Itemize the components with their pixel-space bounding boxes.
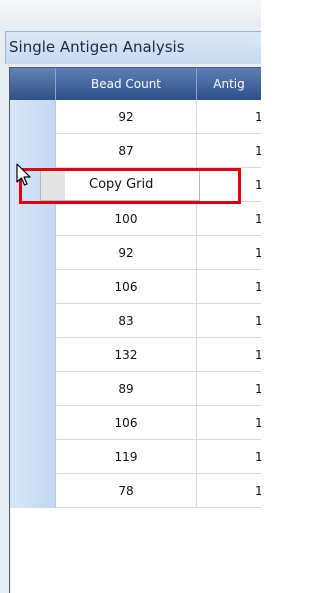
- row-selector[interactable]: [10, 338, 56, 372]
- table-row[interactable]: 831: [10, 304, 261, 338]
- row-selector[interactable]: [10, 202, 56, 236]
- table-row[interactable]: 871: [10, 134, 261, 168]
- row-selector[interactable]: [10, 304, 56, 338]
- bead-count-cell[interactable]: 92: [56, 100, 197, 134]
- bead-count-cell[interactable]: 119: [56, 440, 197, 474]
- table-row[interactable]: 891: [10, 372, 261, 406]
- bead-count-cell[interactable]: 92: [56, 236, 197, 270]
- antigen-cell[interactable]: 1: [197, 304, 261, 338]
- antigen-cell[interactable]: 1: [197, 440, 261, 474]
- row-selector[interactable]: [10, 236, 56, 270]
- bead-count-cell[interactable]: 89: [56, 372, 197, 406]
- row-selector[interactable]: [10, 270, 56, 304]
- antigen-cell[interactable]: 1: [197, 236, 261, 270]
- row-selector[interactable]: [10, 100, 56, 134]
- results-grid[interactable]: Bead Count Antig 921 871 1 1001 921 1061…: [9, 67, 261, 593]
- antigen-cell[interactable]: 1: [197, 100, 261, 134]
- grid-corner[interactable]: [10, 68, 56, 100]
- top-band: [0, 0, 261, 23]
- arrow-pointer-icon: [16, 163, 31, 186]
- table-row[interactable]: 921: [10, 236, 261, 270]
- table-row[interactable]: 1061: [10, 406, 261, 440]
- antigen-cell[interactable]: 1: [197, 338, 261, 372]
- antigen-cell[interactable]: 1: [197, 270, 261, 304]
- grid-header: Bead Count Antig: [10, 68, 261, 100]
- bead-count-cell[interactable]: 83: [56, 304, 197, 338]
- column-header-bead-count[interactable]: Bead Count: [56, 68, 197, 100]
- row-selector[interactable]: [10, 406, 56, 440]
- bead-count-cell[interactable]: 100: [56, 202, 197, 236]
- bead-count-cell[interactable]: 106: [56, 406, 197, 440]
- row-selector[interactable]: [10, 372, 56, 406]
- antigen-cell[interactable]: 1: [197, 202, 261, 236]
- analysis-panel: Single Antigen Analysis Bead Count Antig…: [0, 22, 261, 593]
- table-row[interactable]: 1191: [10, 440, 261, 474]
- bead-count-cell[interactable]: 106: [56, 270, 197, 304]
- table-row[interactable]: 1001: [10, 202, 261, 236]
- row-selector[interactable]: [10, 474, 56, 508]
- column-header-antigen[interactable]: Antig: [197, 68, 261, 100]
- bead-count-cell[interactable]: 78: [56, 474, 197, 508]
- panel-title: Single Antigen Analysis: [5, 31, 261, 64]
- antigen-cell[interactable]: 1: [197, 474, 261, 508]
- bead-count-cell[interactable]: 132: [56, 338, 197, 372]
- row-selector[interactable]: [10, 440, 56, 474]
- table-row[interactable]: 781: [10, 474, 261, 508]
- bead-count-cell[interactable]: 87: [56, 134, 197, 168]
- annotation-highlight-box: [19, 168, 241, 204]
- table-row[interactable]: 921: [10, 100, 261, 134]
- antigen-cell[interactable]: 1: [197, 134, 261, 168]
- antigen-cell[interactable]: 1: [197, 406, 261, 440]
- table-row[interactable]: 1061: [10, 270, 261, 304]
- antigen-cell[interactable]: 1: [197, 372, 261, 406]
- table-row[interactable]: 1321: [10, 338, 261, 372]
